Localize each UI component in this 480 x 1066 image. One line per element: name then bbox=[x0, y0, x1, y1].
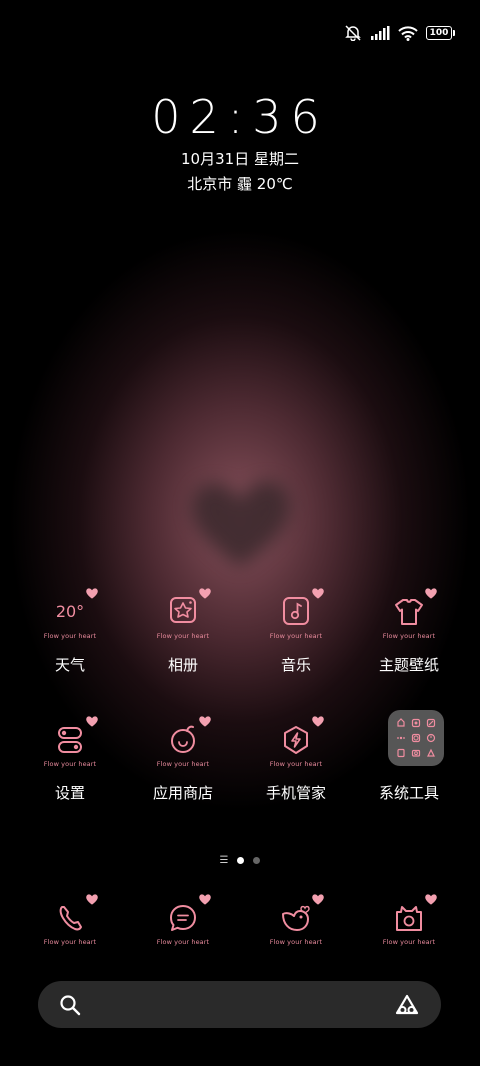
app-label: 主题壁纸 bbox=[378, 656, 439, 674]
app-label: 系统工具 bbox=[378, 784, 439, 802]
app-tagline: Flow your heart bbox=[269, 632, 323, 640]
heart-badge-icon bbox=[86, 894, 98, 905]
mini-app-icon bbox=[425, 716, 438, 729]
wifi-icon bbox=[398, 25, 418, 41]
app-label: 相册 bbox=[167, 656, 198, 674]
app-tagline: Flow your heart bbox=[156, 938, 210, 946]
folder-icon bbox=[388, 710, 444, 766]
app-label: 天气 bbox=[54, 656, 85, 674]
heart-badge-icon bbox=[425, 588, 437, 599]
dock-phone[interactable]: Flow your heart bbox=[14, 894, 126, 958]
mini-app-icon bbox=[409, 716, 422, 729]
search-bar[interactable] bbox=[38, 981, 441, 1028]
app-tagline: Flow your heart bbox=[43, 632, 97, 640]
clock-time[interactable]: 02:36 bbox=[0, 90, 480, 144]
heart-badge-icon bbox=[199, 716, 211, 727]
app-label: 设置 bbox=[54, 784, 85, 802]
dock-messages[interactable]: Flow your heart bbox=[127, 894, 239, 958]
heart-badge-icon bbox=[312, 716, 324, 727]
app-gallery[interactable]: Flow your heart 相册 bbox=[127, 588, 239, 675]
mini-app-icon bbox=[425, 747, 438, 760]
app-tagline: Flow your heart bbox=[269, 938, 323, 946]
assistant-icon[interactable] bbox=[393, 993, 421, 1017]
app-store[interactable]: Flow your heart 应用商店 bbox=[127, 716, 239, 803]
clock-weather[interactable]: 北京市 霾 20℃ bbox=[0, 173, 480, 194]
status-bar: 100 bbox=[344, 22, 455, 44]
app-music[interactable]: Flow your heart 音乐 bbox=[240, 588, 352, 675]
heart-badge-icon bbox=[199, 588, 211, 599]
heart-badge-icon bbox=[86, 588, 98, 599]
app-tagline: Flow your heart bbox=[382, 632, 436, 640]
app-tagline: Flow your heart bbox=[382, 938, 436, 946]
mini-app-icon bbox=[425, 731, 438, 744]
app-tagline: Flow your heart bbox=[43, 938, 97, 946]
dock-browser[interactable]: Flow your heart bbox=[240, 894, 352, 958]
search-icon[interactable] bbox=[58, 993, 82, 1017]
app-tagline: Flow your heart bbox=[43, 760, 97, 768]
page-indicator[interactable]: ☰ bbox=[0, 855, 480, 866]
page-dot-active[interactable] bbox=[237, 857, 245, 864]
mini-app-icon bbox=[409, 731, 422, 744]
mini-app-icon bbox=[394, 716, 407, 729]
wallpaper-heart bbox=[191, 480, 291, 568]
app-label: 应用商店 bbox=[152, 784, 213, 802]
mini-app-icon bbox=[409, 747, 422, 760]
app-tagline: Flow your heart bbox=[156, 632, 210, 640]
clock-date[interactable]: 10月31日 星期二 bbox=[0, 148, 480, 169]
app-settings[interactable]: Flow your heart 设置 bbox=[14, 716, 126, 803]
signal-icon bbox=[370, 26, 390, 40]
app-label: 手机管家 bbox=[265, 784, 326, 802]
battery-icon: 100 bbox=[426, 26, 455, 40]
app-themes[interactable]: Flow your heart 主题壁纸 bbox=[353, 588, 465, 675]
heart-badge-icon bbox=[86, 716, 98, 727]
app-security[interactable]: Flow your heart 手机管家 bbox=[240, 716, 352, 803]
app-folder-system-tools[interactable]: 系统工具 bbox=[353, 710, 465, 803]
heart-badge-icon bbox=[312, 588, 324, 599]
heart-badge-icon bbox=[425, 894, 437, 905]
heart-badge-icon bbox=[312, 894, 324, 905]
page-list-icon[interactable]: ☰ bbox=[220, 855, 229, 866]
mute-icon bbox=[344, 25, 362, 41]
mini-app-icon bbox=[394, 731, 407, 744]
page-dot[interactable] bbox=[253, 857, 261, 864]
app-label: 音乐 bbox=[280, 656, 311, 674]
app-tagline: Flow your heart bbox=[156, 760, 210, 768]
heart-badge-icon bbox=[199, 894, 211, 905]
app-weather[interactable]: 20° Flow your heart 天气 bbox=[14, 588, 126, 675]
app-tagline: Flow your heart bbox=[269, 760, 323, 768]
weather-icon: 20° bbox=[55, 602, 85, 621]
dock-camera[interactable]: Flow your heart bbox=[353, 894, 465, 958]
mini-app-icon bbox=[394, 747, 407, 760]
